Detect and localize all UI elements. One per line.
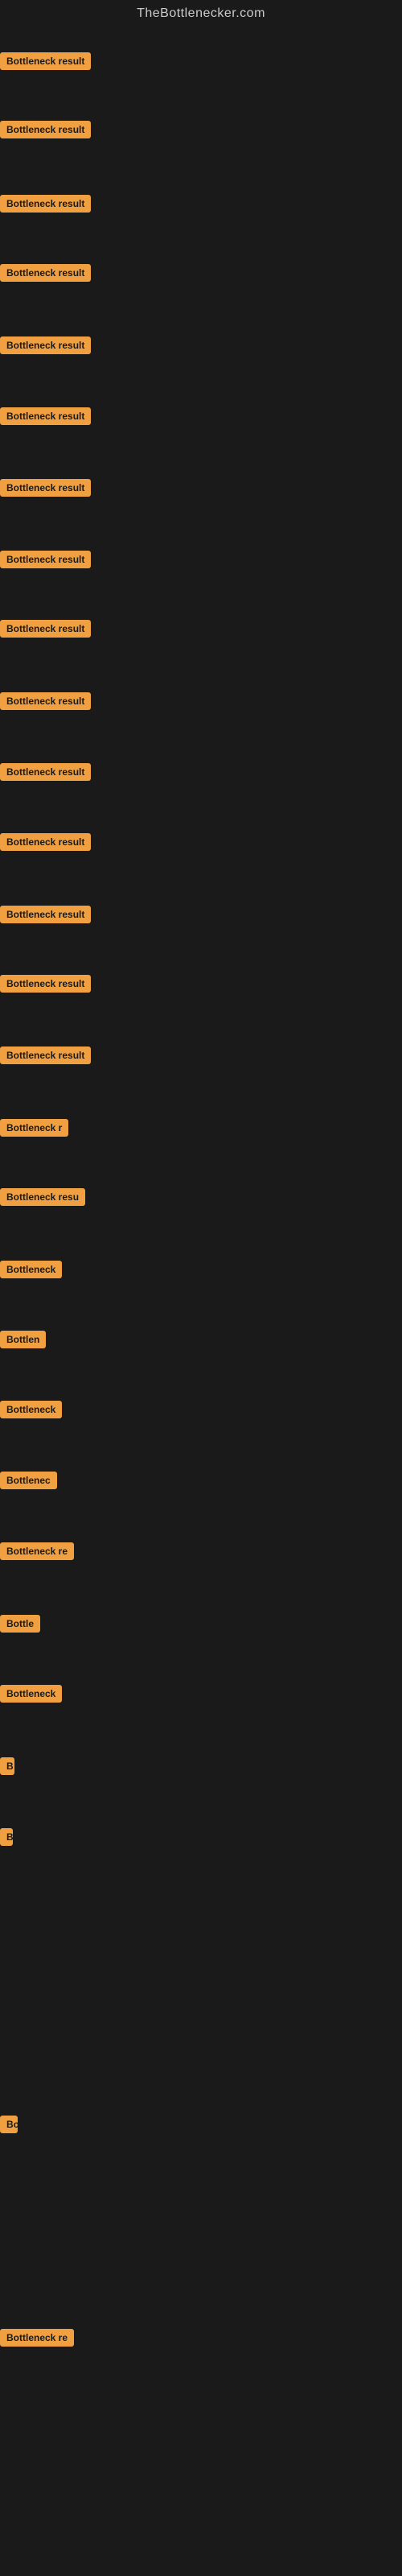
bottleneck-result-item[interactable]: Bottleneck bbox=[0, 1685, 62, 1707]
bottleneck-result-item[interactable]: Bottleneck result bbox=[0, 551, 91, 572]
bottleneck-badge: Bottleneck bbox=[0, 1261, 62, 1278]
bottleneck-badge: Bottlenec bbox=[0, 1472, 57, 1489]
bottleneck-badge: Bottleneck result bbox=[0, 52, 91, 70]
bottleneck-badge: Bottleneck result bbox=[0, 763, 91, 781]
bottleneck-badge: Bottleneck result bbox=[0, 692, 91, 710]
bottleneck-badge: Bottleneck bbox=[0, 1401, 62, 1418]
bottleneck-badge: Bottleneck result bbox=[0, 620, 91, 638]
bottleneck-result-item[interactable]: Bottleneck re bbox=[0, 2329, 74, 2351]
bottleneck-result-item[interactable]: Bottleneck result bbox=[0, 620, 91, 642]
bottleneck-result-item[interactable]: Bottleneck bbox=[0, 1401, 62, 1422]
bottleneck-badge: Bottleneck result bbox=[0, 336, 91, 354]
bottleneck-badge: Bottleneck result bbox=[0, 975, 91, 993]
bottleneck-badge: Bottleneck result bbox=[0, 1046, 91, 1064]
bottleneck-badge: B bbox=[0, 1828, 13, 1846]
bottleneck-result-item[interactable]: Bottleneck result bbox=[0, 479, 91, 501]
bottleneck-badge: Bottle bbox=[0, 1615, 40, 1633]
bottleneck-result-item[interactable]: Bottleneck result bbox=[0, 833, 91, 855]
bottleneck-badge: Bottleneck bbox=[0, 1685, 62, 1703]
bottleneck-result-item[interactable]: Bottleneck result bbox=[0, 264, 91, 286]
bottleneck-result-item[interactable]: Bottleneck bbox=[0, 1261, 62, 1282]
bottleneck-badge: B bbox=[0, 1757, 14, 1775]
bottleneck-result-item[interactable]: Bottleneck result bbox=[0, 906, 91, 927]
bottleneck-result-item[interactable]: Bottleneck resu bbox=[0, 1188, 85, 1210]
bottleneck-result-item[interactable]: B bbox=[0, 1828, 13, 1850]
bottleneck-badge: Bottleneck result bbox=[0, 264, 91, 282]
bottleneck-badge: Bottleneck result bbox=[0, 906, 91, 923]
bottleneck-result-item[interactable]: Bottleneck result bbox=[0, 407, 91, 429]
site-title: TheBottlenecker.com bbox=[0, 0, 402, 31]
bottleneck-result-item[interactable]: Bottleneck result bbox=[0, 692, 91, 714]
bottleneck-result-item[interactable]: Bottleneck result bbox=[0, 121, 91, 142]
bottleneck-badge: Bottleneck result bbox=[0, 833, 91, 851]
bottleneck-badge: Bottleneck r bbox=[0, 1119, 68, 1137]
bottleneck-result-item[interactable]: Bottlen bbox=[0, 1331, 46, 1352]
bottleneck-result-item[interactable]: Bottleneck result bbox=[0, 763, 91, 785]
bottleneck-result-item[interactable]: Bottleneck r bbox=[0, 1119, 68, 1141]
bottleneck-badge: Bottleneck result bbox=[0, 551, 91, 568]
bottleneck-badge: Bottleneck result bbox=[0, 479, 91, 497]
bottleneck-badge: Bottleneck result bbox=[0, 121, 91, 138]
bottleneck-result-item[interactable]: Bottle bbox=[0, 1615, 40, 1637]
bottleneck-result-item[interactable]: B bbox=[0, 1757, 14, 1779]
bottleneck-result-item[interactable]: Bottleneck result bbox=[0, 975, 91, 997]
bottleneck-badge: Bottlen bbox=[0, 1331, 46, 1348]
bottleneck-badge: Bottleneck result bbox=[0, 195, 91, 213]
bottleneck-result-item[interactable]: Bottleneck result bbox=[0, 336, 91, 358]
bottleneck-result-item[interactable]: Bottleneck re bbox=[0, 1542, 74, 1564]
bottleneck-badge: Bottleneck resu bbox=[0, 1188, 85, 1206]
bottleneck-badge: Bottleneck result bbox=[0, 407, 91, 425]
bottleneck-badge: Bottleneck re bbox=[0, 2329, 74, 2347]
bottleneck-result-item[interactable]: Bottleneck result bbox=[0, 195, 91, 217]
bottleneck-result-item[interactable]: Bo bbox=[0, 2116, 18, 2137]
bottleneck-result-item[interactable]: Bottlenec bbox=[0, 1472, 57, 1493]
bottleneck-result-item[interactable]: Bottleneck result bbox=[0, 1046, 91, 1068]
bottleneck-badge: Bottleneck re bbox=[0, 1542, 74, 1560]
bottleneck-result-item[interactable]: Bottleneck result bbox=[0, 52, 91, 74]
bottleneck-badge: Bo bbox=[0, 2116, 18, 2133]
